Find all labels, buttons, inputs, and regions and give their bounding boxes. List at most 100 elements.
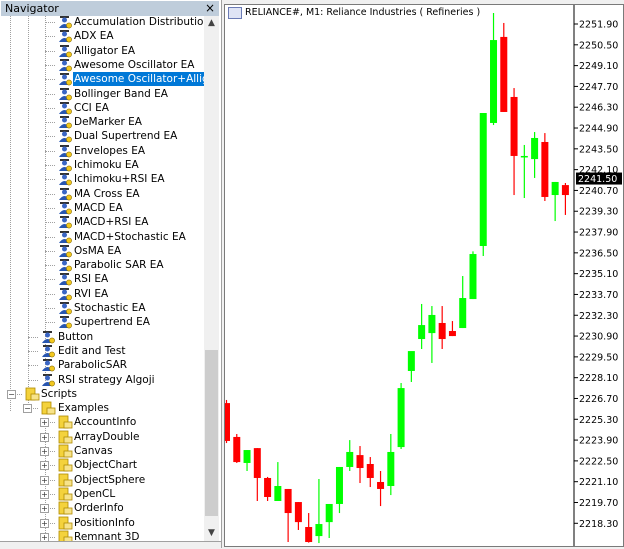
expand-icon[interactable]: + — [40, 447, 49, 456]
tree-item-label: MACD+RSI EA — [74, 216, 149, 229]
navigator-scrollbar[interactable]: ▲ ▼ — [204, 16, 219, 541]
expert-advisor-icon — [40, 344, 56, 358]
scroll-down-arrow-icon[interactable]: ▼ — [204, 526, 219, 541]
chart-area[interactable]: RELIANCE#, M1: Reliance Industries ( Ref… — [224, 4, 624, 547]
expand-icon[interactable]: + — [40, 418, 49, 428]
tree-item[interactable]: + ArrayDouble — [0, 430, 204, 444]
tree-item[interactable]: Dual Supertrend EA — [0, 129, 204, 143]
tree-item[interactable]: + ObjectChart — [0, 458, 204, 472]
expert-advisor-icon — [57, 315, 73, 329]
tree-item[interactable]: + AccountInfo — [0, 415, 204, 429]
scroll-up-arrow-icon[interactable]: ▲ — [204, 16, 219, 31]
tree-item[interactable]: Stochastic EA — [0, 301, 204, 315]
tree-item[interactable]: Ichimoku+RSI EA — [0, 172, 204, 186]
expand-icon[interactable]: + — [40, 518, 49, 528]
price-tick-label: 2246.30 — [579, 103, 618, 114]
bearish-candle — [225, 403, 230, 441]
tree-item[interactable]: + Remnant 3D — [0, 530, 204, 541]
tree-item[interactable]: ADX EA — [0, 29, 204, 43]
expand-icon[interactable]: + — [40, 532, 49, 541]
bullish-candle — [531, 137, 539, 160]
tree-item[interactable]: RVI EA — [0, 287, 204, 301]
price-tick-label: 2226.70 — [579, 394, 618, 405]
expand-icon[interactable]: + — [40, 432, 49, 442]
price-tick-label: 2222.50 — [579, 456, 618, 467]
tree-item[interactable]: DeMarker EA — [0, 115, 204, 129]
tree-item[interactable]: Button — [0, 330, 204, 344]
tree-item[interactable]: MACD EA — [0, 201, 204, 215]
price-tick-label: 2218.30 — [579, 519, 618, 530]
tree-item[interactable]: Envelopes EA — [0, 144, 204, 158]
bearish-candle — [305, 527, 313, 543]
expand-icon[interactable]: + — [40, 489, 49, 499]
tree-connector — [45, 250, 55, 252]
tree-item[interactable]: RSI strategy Algoji — [0, 373, 204, 387]
tree-item[interactable]: Ichimoku EA — [0, 158, 204, 172]
close-icon[interactable]: × — [205, 1, 215, 15]
tree-connector — [45, 107, 55, 109]
tree-item[interactable]: Alligator EA — [0, 44, 204, 58]
tree-item-label: ADX EA — [74, 30, 114, 43]
bullish-candle — [397, 388, 405, 448]
tree-item[interactable]: + Canvas — [0, 444, 204, 458]
script-folder-icon — [57, 415, 73, 429]
price-tick-label: 2240.70 — [579, 186, 618, 197]
script-folder-icon — [40, 401, 56, 415]
tree-connector — [45, 50, 55, 52]
expand-icon[interactable]: + — [40, 504, 49, 514]
tree-item-label: ObjectChart — [74, 459, 138, 472]
tree-item[interactable]: Edit and Test — [0, 344, 204, 358]
bullish-candle — [490, 40, 498, 123]
tree-item[interactable]: MACD+RSI EA — [0, 215, 204, 229]
tree-item[interactable]: Supertrend EA — [0, 315, 204, 329]
tree-item[interactable]: ParabolicSAR — [0, 358, 204, 372]
price-tick-label: 2221.10 — [579, 477, 618, 488]
tree-item-label: Bollinger Band EA — [74, 87, 168, 100]
tree-item-label: OsMA EA — [74, 244, 122, 257]
tree-connector — [45, 150, 55, 152]
tree-item[interactable]: Accumulation Distribution EA — [0, 16, 204, 29]
tree-item[interactable]: + PositionInfo — [0, 516, 204, 530]
price-tick-label: 2232.30 — [579, 311, 618, 322]
tree-item[interactable]: Parabolic SAR EA — [0, 258, 204, 272]
tree-item-label: ArrayDouble — [74, 430, 140, 443]
bullish-candle — [325, 503, 333, 523]
tree-item[interactable]: Awesome Oscillator EA — [0, 58, 204, 72]
bearish-candle — [510, 96, 518, 156]
tree-item[interactable]: MA Cross EA — [0, 187, 204, 201]
tree-item-label: MACD+Stochastic EA — [74, 230, 186, 243]
tree-connector — [28, 379, 38, 381]
expand-icon[interactable]: + — [40, 461, 49, 471]
collapse-icon[interactable]: − — [23, 404, 32, 414]
scrollbar-thumb[interactable] — [205, 350, 218, 516]
tree-item[interactable]: − Scripts — [0, 387, 204, 401]
collapse-icon[interactable]: − — [7, 389, 16, 399]
price-tick-label: 2250.50 — [579, 40, 618, 51]
tree-item[interactable]: RSI EA — [0, 272, 204, 286]
tree-item[interactable]: CCI EA — [0, 101, 204, 115]
tree-item-label: DeMarker EA — [74, 116, 142, 129]
tree-item-label: Canvas — [74, 445, 113, 457]
expert-advisor-icon — [57, 87, 73, 101]
bullish-candle — [274, 485, 282, 502]
tree-item[interactable]: OsMA EA — [0, 244, 204, 258]
tree-item[interactable]: + OpenCL — [0, 487, 204, 501]
expert-advisor-icon — [57, 215, 73, 229]
bullish-candle — [428, 314, 436, 334]
tree-item-label: Alligator EA — [74, 44, 136, 57]
script-folder-icon — [57, 530, 73, 541]
expert-advisor-icon — [57, 172, 73, 186]
tree-item[interactable]: + OrderInfo — [0, 501, 204, 515]
tree-item[interactable]: − Examples — [0, 401, 204, 415]
bullish-candle — [346, 451, 354, 467]
expand-icon[interactable]: + — [40, 475, 49, 485]
tree-item[interactable]: Bollinger Band EA — [0, 87, 204, 101]
tree-item[interactable]: + ObjectSphere — [0, 473, 204, 487]
tree-connector — [45, 79, 55, 81]
tree-item[interactable]: MACD+Stochastic EA — [0, 230, 204, 244]
tree-connector — [45, 36, 55, 38]
bearish-candle — [561, 185, 569, 196]
tree-connector — [45, 265, 55, 267]
tree-item[interactable]: Awesome Oscillator+Alligator — [0, 71, 204, 88]
expert-advisor-icon — [57, 115, 73, 129]
